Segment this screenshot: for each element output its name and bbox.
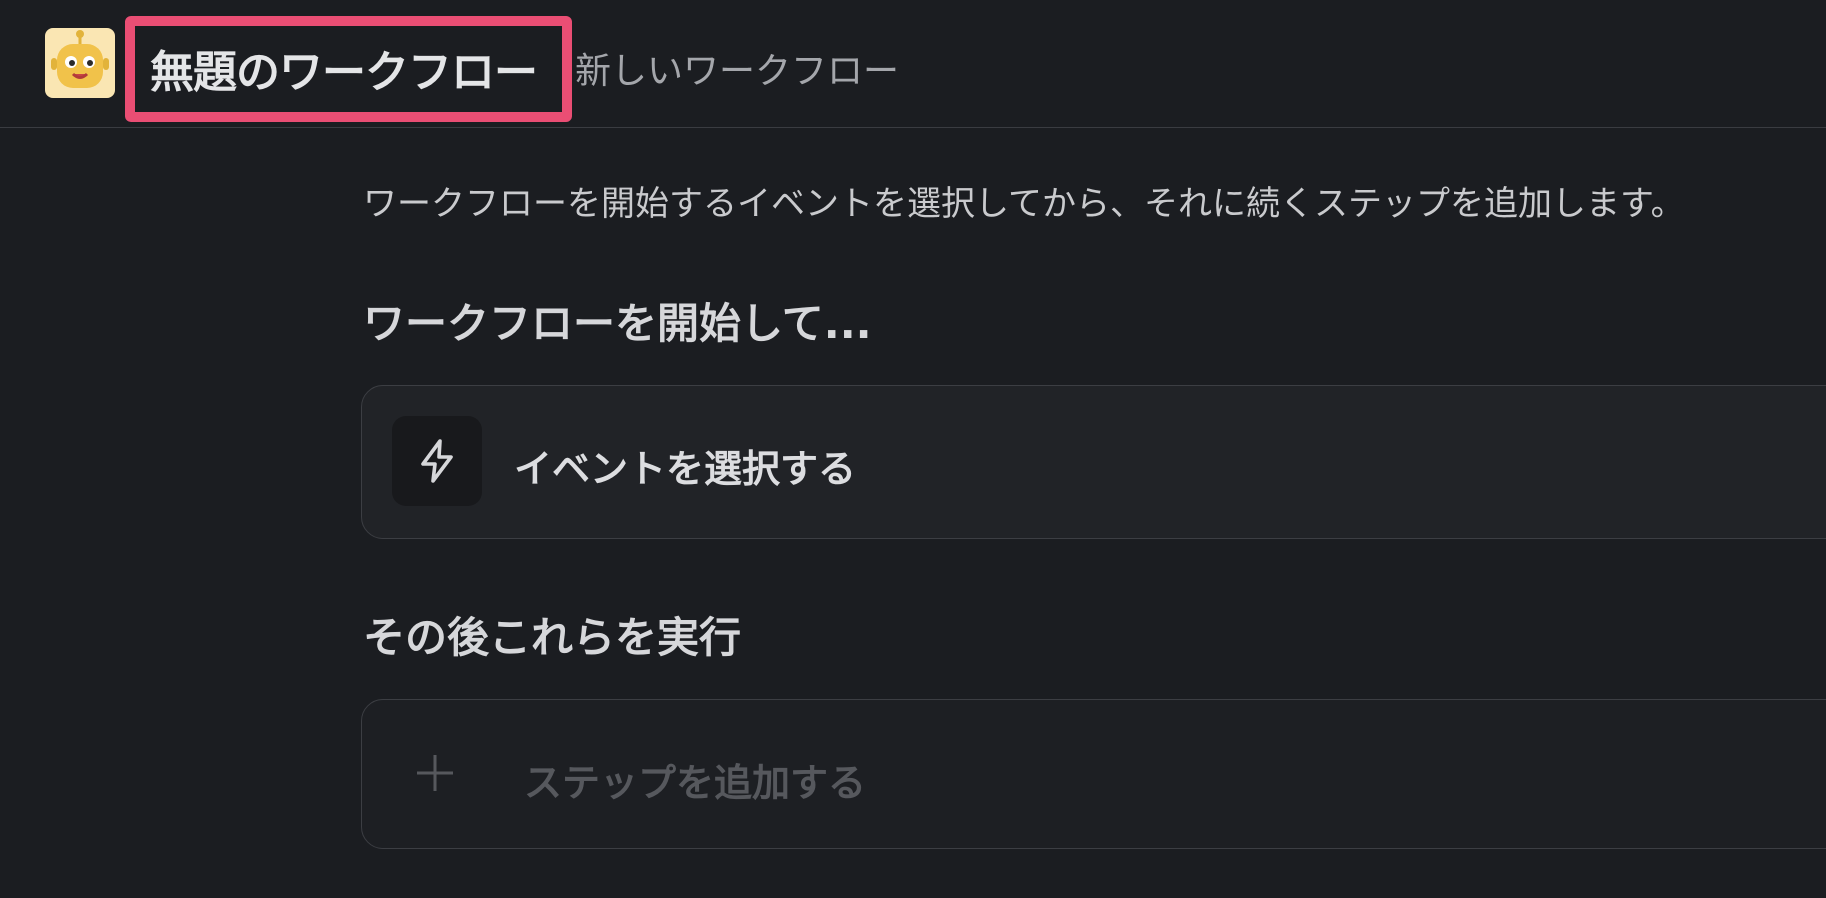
workflow-subtitle: 新しいワークフロー [575, 51, 900, 92]
select-event-button[interactable]: イベントを選択する [361, 385, 1826, 539]
workflow-title[interactable]: 無題のワークフロー [150, 36, 538, 100]
start-heading: ワークフローを開始して... [363, 299, 872, 348]
robot-mascot-icon[interactable] [45, 28, 115, 98]
plus-icon [414, 752, 456, 794]
then-heading: その後これらを実行 [363, 613, 742, 662]
add-step-button[interactable]: ステップを追加する [361, 699, 1826, 849]
add-step-label: ステップを追加する [524, 761, 867, 805]
select-event-label: イベントを選択する [514, 447, 857, 491]
workflow-description: ワークフローを開始するイベントを選択してから、それに続くステップを追加します。 [363, 184, 1685, 224]
lightning-bolt-icon [392, 416, 482, 506]
workflow-header: 無題のワークフロー 新しいワークフロー [0, 0, 1826, 128]
